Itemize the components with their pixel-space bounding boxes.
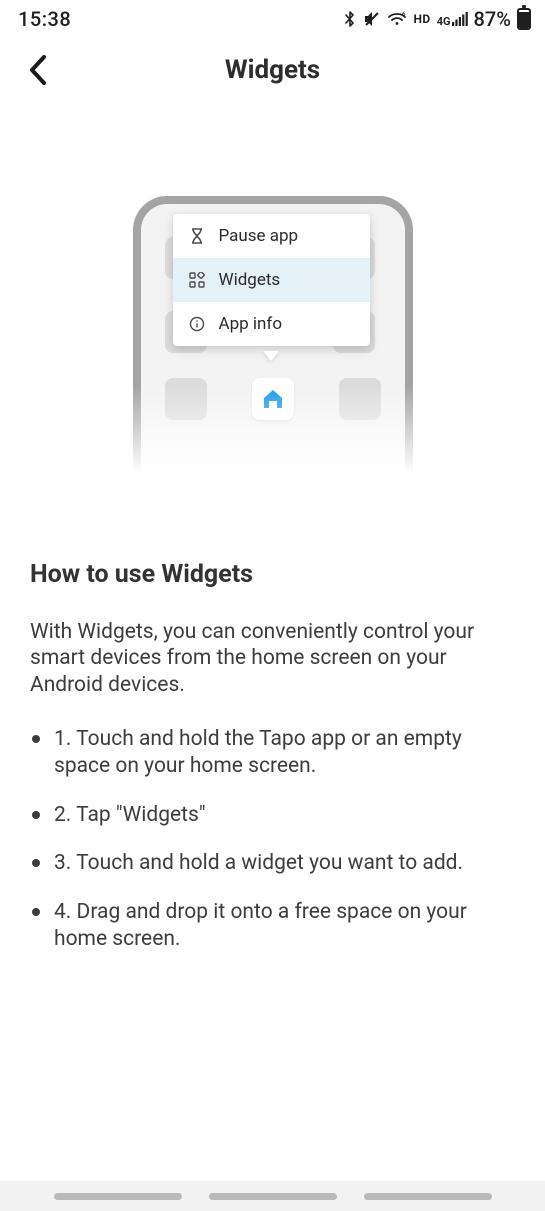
nav-back[interactable] — [364, 1193, 492, 1200]
bluetooth-icon — [343, 10, 357, 28]
widgets-icon — [189, 272, 205, 288]
step-item: 1. Touch and hold the Tapo app or an emp… — [30, 726, 515, 780]
status-bar: 15:38 6 HD 4G 87% — [0, 0, 545, 34]
home-placeholder — [339, 378, 381, 420]
screen: 15:38 6 HD 4G 87% Wid — [0, 0, 545, 1211]
menu-widgets: Widgets — [173, 258, 370, 302]
status-time: 15:38 — [18, 7, 71, 31]
menu-pause-app: Pause app — [173, 214, 370, 258]
mute-icon — [363, 10, 381, 28]
article-lead: With Widgets, you can conveniently contr… — [30, 619, 515, 698]
page-title: Widgets — [225, 55, 320, 85]
context-menu: Pause app Widgets App info — [173, 214, 370, 346]
article-heading: How to use Widgets — [30, 560, 515, 589]
battery-percent: 87% — [474, 7, 511, 31]
network-4g: 4G — [437, 17, 451, 26]
nav-recents[interactable] — [54, 1193, 182, 1200]
wifi-icon: 6 — [387, 11, 407, 27]
back-button[interactable] — [18, 50, 58, 90]
menu-label: App info — [219, 314, 283, 334]
svg-text:6: 6 — [402, 11, 406, 18]
article: How to use Widgets With Widgets, you can… — [0, 494, 545, 975]
house-icon — [261, 387, 285, 411]
step-item: 3. Touch and hold a widget you want to a… — [30, 850, 515, 877]
tapo-app-icon — [252, 378, 294, 420]
hourglass-icon — [189, 227, 205, 245]
steps-list: 1. Touch and hold the Tapo app or an emp… — [30, 726, 515, 953]
signal-icon — [452, 12, 468, 26]
home-placeholder — [165, 378, 207, 420]
android-nav-bar — [0, 1181, 545, 1211]
step-item: 2. Tap "Widgets" — [30, 802, 515, 829]
app-bar: Widgets — [0, 34, 545, 106]
step-item: 4. Drag and drop it onto a free space on… — [30, 899, 515, 953]
menu-label: Pause app — [219, 226, 299, 246]
illustration: Pause app Widgets App info — [0, 106, 545, 494]
nav-home[interactable] — [209, 1193, 337, 1200]
status-icons: 6 HD 4G 87% — [343, 7, 531, 31]
battery-icon — [517, 8, 531, 30]
phone-mockup: Pause app Widgets App info — [133, 196, 413, 494]
info-icon — [189, 316, 205, 332]
menu-app-info: App info — [173, 302, 370, 346]
hd-indicator: HD — [413, 12, 430, 26]
chevron-left-icon — [26, 53, 50, 87]
menu-label: Widgets — [219, 270, 281, 290]
